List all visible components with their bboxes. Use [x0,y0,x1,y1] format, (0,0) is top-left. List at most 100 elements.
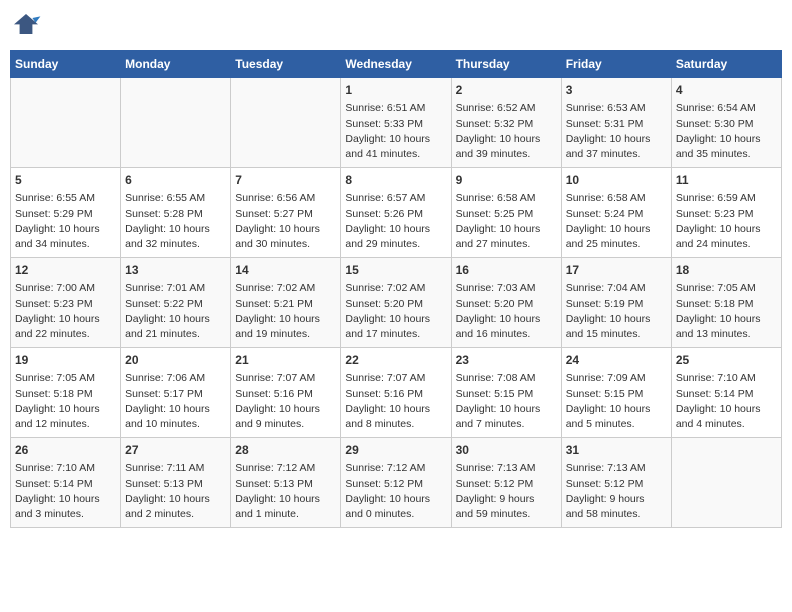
calendar-day [231,78,341,168]
day-number: 15 [345,262,446,279]
calendar-day: 5 Sunrise: 6:55 AM Sunset: 5:29 PM Daylig… [11,168,121,258]
calendar-day: 18Sunrise: 7:05 AM Sunset: 5:18 PM Dayli… [671,258,781,348]
day-number: 11 [676,172,777,189]
day-number: 7 [235,172,336,189]
day-info: Sunrise: 7:11 AM Sunset: 5:13 PM Dayligh… [125,461,226,522]
calendar-day: 21Sunrise: 7:07 AM Sunset: 5:16 PM Dayli… [231,348,341,438]
day-info: Sunrise: 6:51 AM Sunset: 5:33 PM Dayligh… [345,101,446,162]
calendar-day: 2 Sunrise: 6:52 AM Sunset: 5:32 PM Daylig… [451,78,561,168]
calendar-day: 22 Sunrise: 7:07 AM Sunset: 5:16 PM Dayli… [341,348,451,438]
calendar-day: 8Sunrise: 6:57 AM Sunset: 5:26 PM Daylig… [341,168,451,258]
calendar-day: 30 Sunrise: 7:13 AM Sunset: 5:12 PM Dayli… [451,438,561,528]
day-info: Sunrise: 7:02 AM Sunset: 5:20 PM Dayligh… [345,281,446,342]
day-number: 23 [456,352,557,369]
weekday-header-sunday: Sunday [11,51,121,78]
day-info: Sunrise: 7:10 AM Sunset: 5:14 PM Dayligh… [676,371,777,432]
day-number: 25 [676,352,777,369]
day-number: 12 [15,262,116,279]
day-info: Sunrise: 6:55 AM Sunset: 5:29 PM Dayligh… [15,191,116,252]
day-info: Sunrise: 6:58 AM Sunset: 5:24 PM Dayligh… [566,191,667,252]
day-number: 17 [566,262,667,279]
calendar-day [11,78,121,168]
day-number: 26 [15,442,116,459]
calendar-table: SundayMondayTuesdayWednesdayThursdayFrid… [10,50,782,528]
calendar-day: 25 Sunrise: 7:10 AM Sunset: 5:14 PM Dayli… [671,348,781,438]
day-info: Sunrise: 6:59 AM Sunset: 5:23 PM Dayligh… [676,191,777,252]
calendar-week-5: 26Sunrise: 7:10 AM Sunset: 5:14 PM Dayli… [11,438,782,528]
calendar-day: 6 Sunrise: 6:55 AM Sunset: 5:28 PM Daylig… [121,168,231,258]
calendar-body: 1 Sunrise: 6:51 AM Sunset: 5:33 PM Daylig… [11,78,782,528]
day-info: Sunrise: 6:54 AM Sunset: 5:30 PM Dayligh… [676,101,777,162]
calendar-day: 4 Sunrise: 6:54 AM Sunset: 5:30 PM Daylig… [671,78,781,168]
day-info: Sunrise: 7:07 AM Sunset: 5:16 PM Dayligh… [345,371,446,432]
calendar-day: 17 Sunrise: 7:04 AM Sunset: 5:19 PM Dayli… [561,258,671,348]
day-number: 3 [566,82,667,99]
day-number: 24 [566,352,667,369]
day-number: 22 [345,352,446,369]
weekday-header-row: SundayMondayTuesdayWednesdayThursdayFrid… [11,51,782,78]
day-number: 6 [125,172,226,189]
day-number: 1 [345,82,446,99]
logo-icon [10,10,42,42]
day-number: 29 [345,442,446,459]
calendar-day: 24Sunrise: 7:09 AM Sunset: 5:15 PM Dayli… [561,348,671,438]
day-number: 30 [456,442,557,459]
calendar-day: 26Sunrise: 7:10 AM Sunset: 5:14 PM Dayli… [11,438,121,528]
day-info: Sunrise: 6:57 AM Sunset: 5:26 PM Dayligh… [345,191,446,252]
day-number: 20 [125,352,226,369]
calendar-day [121,78,231,168]
day-info: Sunrise: 7:06 AM Sunset: 5:17 PM Dayligh… [125,371,226,432]
calendar-week-2: 5 Sunrise: 6:55 AM Sunset: 5:29 PM Daylig… [11,168,782,258]
day-info: Sunrise: 7:02 AM Sunset: 5:21 PM Dayligh… [235,281,336,342]
weekday-header-saturday: Saturday [671,51,781,78]
calendar-day: 31Sunrise: 7:13 AM Sunset: 5:12 PM Dayli… [561,438,671,528]
calendar-day: 19Sunrise: 7:05 AM Sunset: 5:18 PM Dayli… [11,348,121,438]
calendar-day: 3 Sunrise: 6:53 AM Sunset: 5:31 PM Daylig… [561,78,671,168]
calendar-day: 14 Sunrise: 7:02 AM Sunset: 5:21 PM Dayli… [231,258,341,348]
day-number: 16 [456,262,557,279]
day-info: Sunrise: 7:05 AM Sunset: 5:18 PM Dayligh… [15,371,116,432]
weekday-header-friday: Friday [561,51,671,78]
day-info: Sunrise: 7:08 AM Sunset: 5:15 PM Dayligh… [456,371,557,432]
logo [10,10,46,42]
day-number: 13 [125,262,226,279]
day-number: 28 [235,442,336,459]
weekday-header-thursday: Thursday [451,51,561,78]
calendar-day [671,438,781,528]
day-info: Sunrise: 6:52 AM Sunset: 5:32 PM Dayligh… [456,101,557,162]
day-info: Sunrise: 7:00 AM Sunset: 5:23 PM Dayligh… [15,281,116,342]
page-header [10,10,782,42]
calendar-week-4: 19Sunrise: 7:05 AM Sunset: 5:18 PM Dayli… [11,348,782,438]
weekday-header-tuesday: Tuesday [231,51,341,78]
day-number: 10 [566,172,667,189]
calendar-day: 13 Sunrise: 7:01 AM Sunset: 5:22 PM Dayli… [121,258,231,348]
day-info: Sunrise: 7:07 AM Sunset: 5:16 PM Dayligh… [235,371,336,432]
weekday-header-wednesday: Wednesday [341,51,451,78]
calendar-day: 20 Sunrise: 7:06 AM Sunset: 5:17 PM Dayli… [121,348,231,438]
calendar-header: SundayMondayTuesdayWednesdayThursdayFrid… [11,51,782,78]
day-info: Sunrise: 6:58 AM Sunset: 5:25 PM Dayligh… [456,191,557,252]
day-number: 18 [676,262,777,279]
day-info: Sunrise: 7:03 AM Sunset: 5:20 PM Dayligh… [456,281,557,342]
day-info: Sunrise: 7:12 AM Sunset: 5:12 PM Dayligh… [345,461,446,522]
day-info: Sunrise: 7:13 AM Sunset: 5:12 PM Dayligh… [456,461,557,522]
day-number: 9 [456,172,557,189]
day-info: Sunrise: 7:12 AM Sunset: 5:13 PM Dayligh… [235,461,336,522]
calendar-day: 29 Sunrise: 7:12 AM Sunset: 5:12 PM Dayli… [341,438,451,528]
calendar-day: 16 Sunrise: 7:03 AM Sunset: 5:20 PM Dayli… [451,258,561,348]
day-info: Sunrise: 6:56 AM Sunset: 5:27 PM Dayligh… [235,191,336,252]
day-number: 14 [235,262,336,279]
weekday-header-monday: Monday [121,51,231,78]
day-number: 31 [566,442,667,459]
day-info: Sunrise: 7:01 AM Sunset: 5:22 PM Dayligh… [125,281,226,342]
day-info: Sunrise: 7:04 AM Sunset: 5:19 PM Dayligh… [566,281,667,342]
calendar-day: 10 Sunrise: 6:58 AM Sunset: 5:24 PM Dayli… [561,168,671,258]
day-info: Sunrise: 6:55 AM Sunset: 5:28 PM Dayligh… [125,191,226,252]
day-number: 4 [676,82,777,99]
day-number: 2 [456,82,557,99]
calendar-day: 28 Sunrise: 7:12 AM Sunset: 5:13 PM Dayli… [231,438,341,528]
day-number: 5 [15,172,116,189]
calendar-day: 11 Sunrise: 6:59 AM Sunset: 5:23 PM Dayli… [671,168,781,258]
calendar-day: 27Sunrise: 7:11 AM Sunset: 5:13 PM Dayli… [121,438,231,528]
day-info: Sunrise: 6:53 AM Sunset: 5:31 PM Dayligh… [566,101,667,162]
